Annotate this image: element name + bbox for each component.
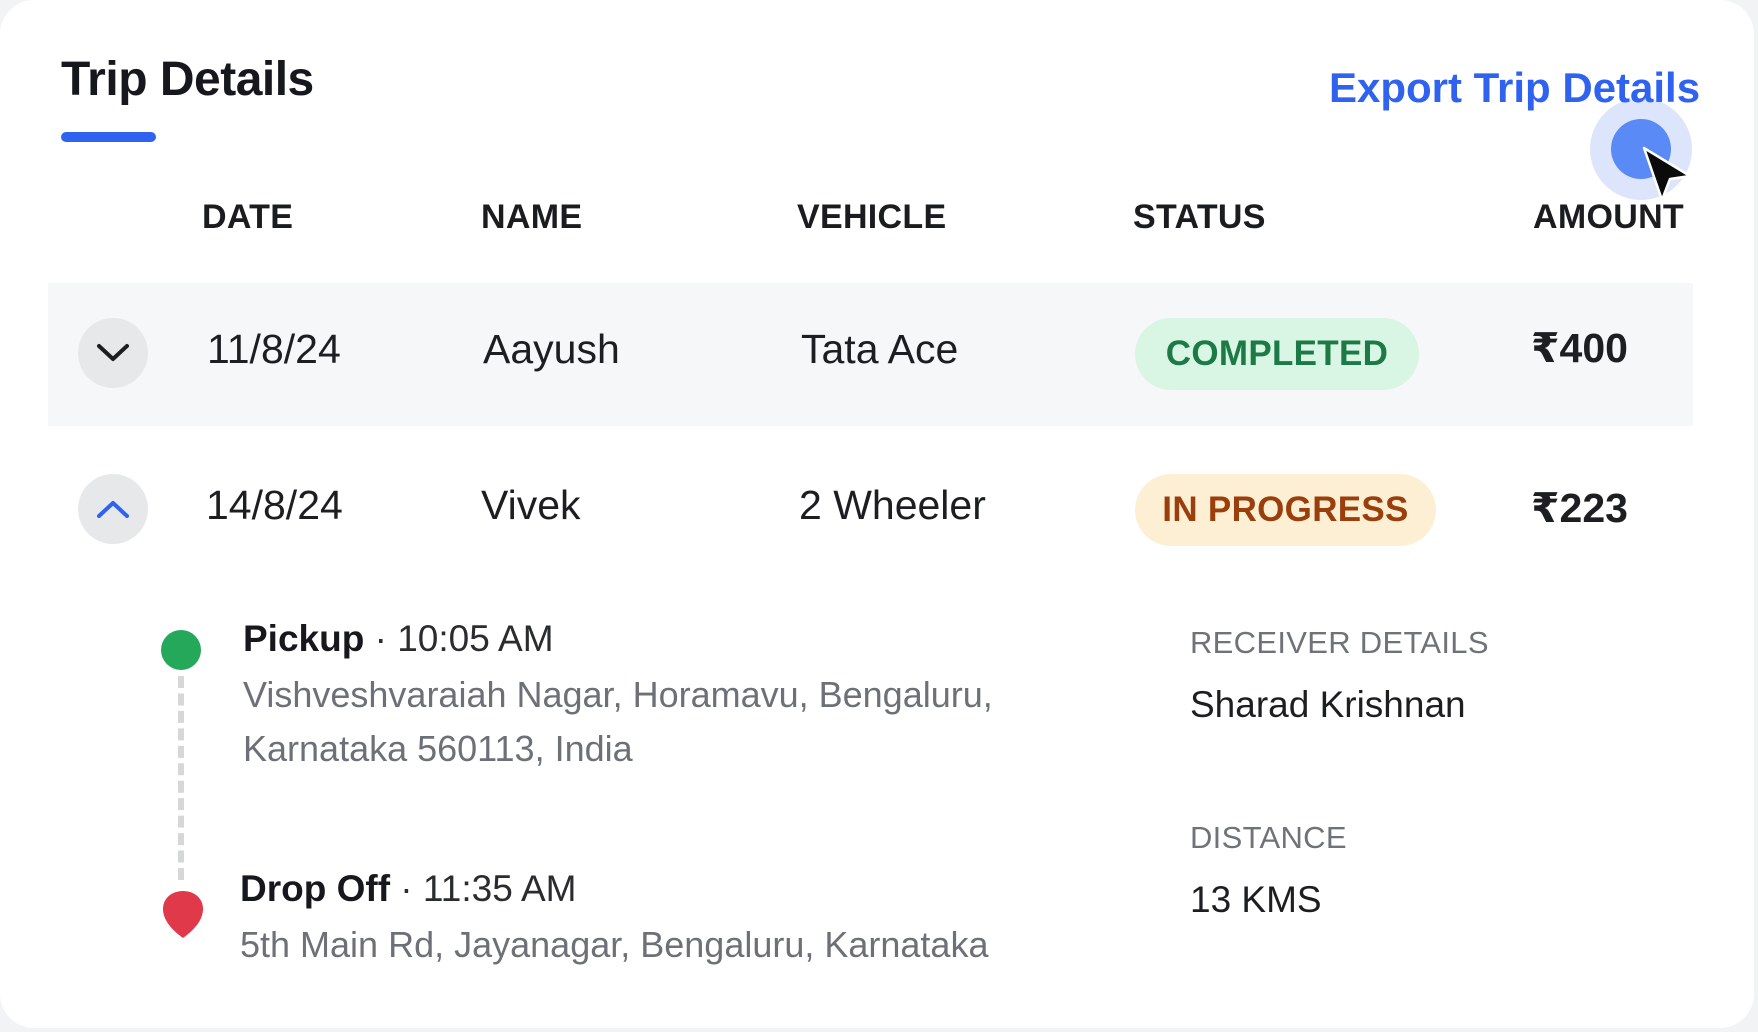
mouse-pointer-icon [1640,144,1694,209]
chevron-up-icon [96,499,130,519]
dropoff-time: 11:35 AM [422,868,577,909]
column-header-vehicle[interactable]: VEHICLE [797,198,946,237]
chevron-down-icon [96,343,130,363]
row-name: Aayush [483,326,620,372]
column-header-status[interactable]: STATUS [1133,198,1266,237]
pickup-time: 10:05 AM [397,618,554,659]
trip-details-card: Trip Details Export Trip Details DATE NA… [0,0,1754,1028]
row-date: 14/8/24 [206,482,343,528]
dropoff-label: Drop Off [240,868,391,909]
route-connector-line [178,676,184,880]
collapse-row-button[interactable] [78,474,148,544]
expand-row-button[interactable] [78,318,148,388]
receiver-name: Sharad Krishnan [1190,684,1466,725]
row-date: 11/8/24 [207,326,341,372]
pickup-heading: Pickup · 10:05 AM [243,618,554,659]
pickup-address-line: Vishveshvaraiah Nagar, Horamavu, Bengalu… [243,674,993,715]
receiver-details-label: RECEIVER DETAILS [1190,625,1489,660]
column-header-name[interactable]: NAME [481,198,582,237]
pickup-address-line: Karnataka 560113, India [243,728,633,769]
row-amount: ₹400 [1531,325,1628,371]
distance-value: 13 KMS [1190,879,1322,920]
dropoff-heading: Drop Off · 11:35 AM [240,868,577,909]
tab-trip-details[interactable]: Trip Details [61,52,314,107]
column-header-date[interactable]: DATE [202,198,293,237]
dropoff-address: 5th Main Rd, Jayanagar, Bengaluru, Karna… [240,924,989,965]
row-vehicle: 2 Wheeler [799,482,986,528]
status-badge-in-progress: IN PROGRESS [1135,474,1436,546]
row-vehicle: Tata Ace [801,326,959,372]
location-pin-icon [160,888,206,945]
pickup-label: Pickup [243,618,365,659]
distance-label: DISTANCE [1190,820,1347,855]
pickup-dot-icon [161,630,201,670]
row-amount: ₹223 [1531,485,1628,531]
status-badge-completed: COMPLETED [1135,318,1419,390]
row-name: Vivek [481,482,581,528]
active-tab-indicator [61,132,156,142]
